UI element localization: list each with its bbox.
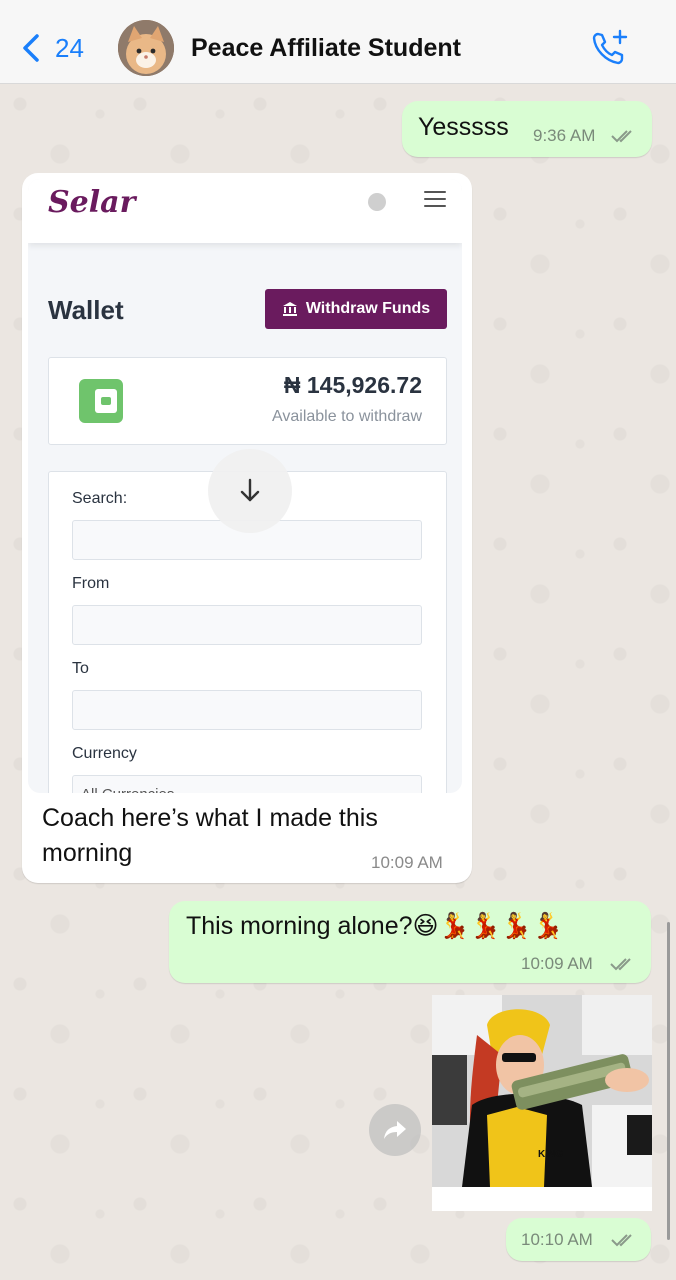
forward-button[interactable] [369, 1104, 421, 1156]
selar-logo: Selar [48, 185, 136, 220]
message-time: 10:09 AM [371, 853, 443, 872]
balance-amount: ₦ 145,926.72 [283, 372, 422, 398]
message-text: This morning alone?😆💃💃💃💃 [186, 912, 564, 940]
call-add-icon[interactable] [590, 28, 630, 68]
currency-select: All Currencies [72, 775, 422, 793]
bank-icon [282, 302, 297, 316]
arrow-down-icon [240, 478, 260, 502]
money-photo[interactable]: KING [432, 995, 652, 1187]
double-check-icon [610, 958, 631, 971]
selar-navbar: Selar [28, 179, 462, 243]
currency-label: Currency [72, 745, 137, 762]
message-time: 9:36 AM [533, 126, 596, 145]
message-caption: Coach here’s what I made this morning [42, 804, 378, 867]
wallet-screenshot[interactable]: Selar Wallet Withdraw Funds ₦ 145,926.72… [28, 179, 462, 793]
cat-avatar-icon [118, 20, 174, 76]
status-dot [368, 193, 386, 211]
to-field [72, 690, 422, 730]
chevron-left-icon[interactable] [22, 34, 40, 62]
balance-subtitle: Available to withdraw [271, 408, 422, 425]
search-label: Search: [72, 490, 128, 507]
photo-shirt-text: KING [538, 1149, 563, 1160]
to-label: To [72, 660, 89, 677]
wallet-title: Wallet [48, 295, 124, 325]
forward-icon [384, 1121, 406, 1139]
withdraw-funds-button: Withdraw Funds [265, 289, 447, 329]
message-outgoing-image[interactable]: KING [432, 995, 652, 1211]
message-outgoing-time: 10:10 AM [506, 1218, 651, 1261]
scrollbar[interactable] [667, 922, 670, 1240]
withdraw-funds-label: Withdraw Funds [305, 300, 431, 317]
double-check-icon [611, 1234, 632, 1247]
photo-illustration: KING [432, 995, 652, 1187]
message-outgoing[interactable]: This morning alone?😆💃💃💃💃 10:09 AM [169, 901, 651, 983]
message-time: 10:10 AM [521, 1230, 593, 1249]
wallet-icon [79, 379, 123, 423]
scroll-down-button[interactable] [208, 449, 292, 533]
from-field [72, 605, 422, 645]
message-outgoing[interactable]: Yesssss 9:36 AM [402, 101, 652, 157]
message-time: 10:09 AM [521, 954, 593, 973]
chat-title[interactable]: Peace Affiliate Student [191, 34, 461, 63]
balance-card: ₦ 145,926.72 Available to withdraw [48, 357, 447, 445]
from-label: From [72, 575, 110, 592]
avatar[interactable] [118, 20, 174, 76]
message-incoming-with-image[interactable]: Selar Wallet Withdraw Funds ₦ 145,926.72… [22, 173, 472, 883]
menu-icon [424, 191, 446, 207]
message-text: Yesssss [418, 113, 509, 141]
chat-header: 24 Peace Affiliate Student [0, 0, 676, 84]
double-check-icon [611, 130, 632, 143]
back-unread-count[interactable]: 24 [55, 33, 84, 64]
